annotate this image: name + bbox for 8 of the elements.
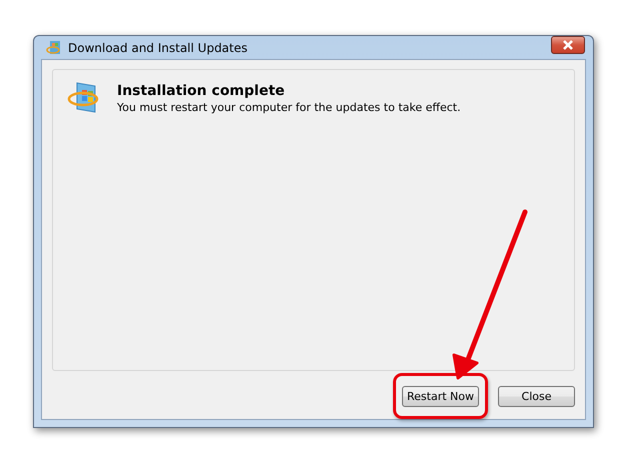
message-text: You must restart your computer for the updates to take effect. bbox=[117, 101, 461, 114]
close-button[interactable] bbox=[551, 36, 585, 54]
window-title: Download and Install Updates bbox=[68, 40, 249, 54]
close-dialog-button[interactable]: Close bbox=[498, 386, 575, 407]
close-icon bbox=[562, 40, 574, 50]
message-heading: Installation complete bbox=[117, 83, 286, 99]
restart-button[interactable]: Restart Now bbox=[402, 386, 479, 407]
update-icon bbox=[46, 40, 62, 56]
